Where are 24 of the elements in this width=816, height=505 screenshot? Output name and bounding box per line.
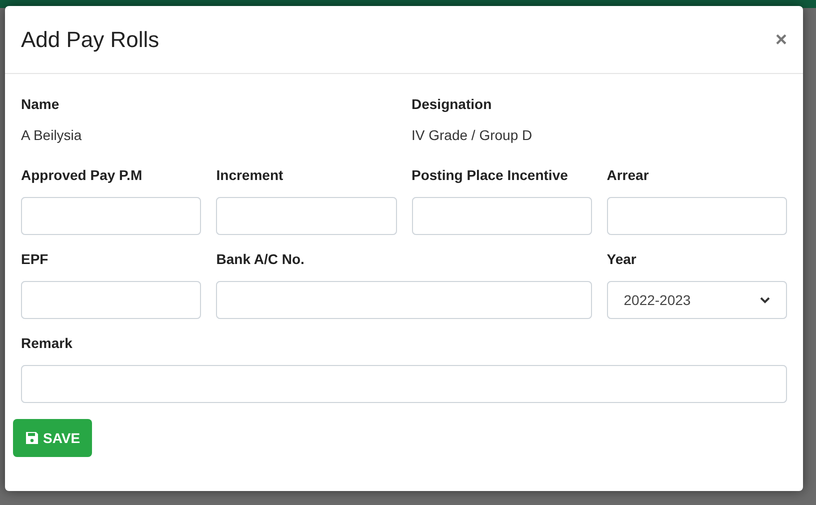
input-field[interactable]	[21, 365, 787, 403]
field-label: Year	[606, 250, 638, 269]
field-label: Approved Pay P.M	[21, 166, 144, 185]
close-button[interactable]: ×	[775, 30, 787, 50]
input-field[interactable]	[21, 281, 202, 319]
year-select[interactable]: 2022-2023	[606, 281, 787, 319]
field-label: Bank A/C No.	[216, 250, 306, 269]
input-field[interactable]	[216, 281, 592, 319]
chevron-down-icon	[760, 296, 770, 304]
field-label: Posting Place Incentive	[412, 166, 569, 185]
save-button[interactable]: SAVE	[13, 419, 92, 457]
field-label: EPF	[21, 250, 50, 269]
field-value: A Beilysia	[21, 126, 83, 145]
modal-title: Add Pay Rolls	[21, 26, 160, 54]
field-label: Remark	[21, 334, 74, 353]
input-field[interactable]	[412, 197, 592, 235]
input-field[interactable]	[21, 197, 202, 235]
input-field[interactable]	[216, 197, 396, 235]
field-value: IV Grade / Group D	[412, 126, 534, 145]
field-label: Designation	[412, 95, 493, 114]
field-label: Arrear	[606, 166, 650, 185]
field-label: Increment	[216, 166, 284, 185]
field-label: Name	[21, 95, 60, 114]
input-field[interactable]	[606, 197, 787, 235]
